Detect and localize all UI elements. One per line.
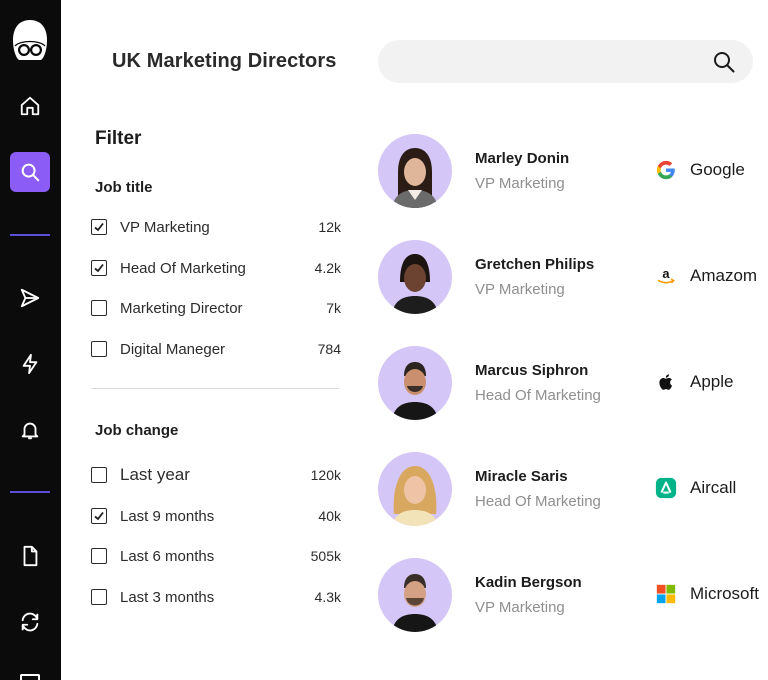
sidebar xyxy=(0,0,61,680)
company[interactable]: a Amazom xyxy=(654,262,757,290)
person-row[interactable]: Marley Donin VP Marketing Google xyxy=(378,134,768,210)
checkbox-checked[interactable] xyxy=(91,260,107,276)
filter-option-last-6-months[interactable]: Last 6 months 505k xyxy=(91,544,341,568)
company[interactable]: Google xyxy=(654,156,745,184)
filter-option-last-9-months[interactable]: Last 9 months 40k xyxy=(91,504,341,528)
filter-option-label: Last 9 months xyxy=(120,507,215,525)
avatar[interactable] xyxy=(378,452,452,526)
person-row[interactable]: Miracle Saris Head Of Marketing Aircall xyxy=(378,452,768,528)
aircall-icon xyxy=(654,476,678,500)
person-row[interactable]: Gretchen Philips VP Marketing a Amazom xyxy=(378,240,768,316)
checkbox-checked[interactable] xyxy=(91,219,107,235)
person-row[interactable]: Kadin Bergson VP Marketing Microsoft xyxy=(378,558,768,634)
filter-option-head-of-marketing[interactable]: Head Of Marketing 4.2k xyxy=(91,256,341,280)
person-role: VP Marketing xyxy=(475,281,565,298)
filter-option-count: 12k xyxy=(318,219,341,235)
filter-option-count: 4.2k xyxy=(314,260,341,276)
company-name[interactable]: Microsoft xyxy=(690,584,759,604)
refresh-icon[interactable] xyxy=(10,602,50,642)
filter-option-label: Last year xyxy=(120,465,190,484)
apple-icon xyxy=(654,370,678,394)
sidebar-divider xyxy=(10,491,50,493)
person-name[interactable]: Miracle Saris xyxy=(475,468,568,485)
google-icon xyxy=(654,158,678,182)
person-role: VP Marketing xyxy=(475,175,565,192)
filter-title: Filter xyxy=(95,128,142,149)
filter-option-count: 4.3k xyxy=(314,589,341,605)
person-row[interactable]: Marcus Siphron Head Of Marketing Apple xyxy=(378,346,768,422)
person-name[interactable]: Gretchen Philips xyxy=(475,256,594,273)
job-title-heading: Job title xyxy=(95,179,153,196)
company-name[interactable]: Amazom xyxy=(690,266,757,286)
filter-option-label: VP Marketing xyxy=(120,218,210,236)
person-role: Head Of Marketing xyxy=(475,387,601,404)
filter-option-digital-maneger[interactable]: Digital Maneger 784 xyxy=(91,337,341,361)
company-name[interactable]: Aircall xyxy=(690,478,736,498)
avatar[interactable] xyxy=(378,558,452,632)
checkbox-unchecked[interactable] xyxy=(91,341,107,357)
checkbox-unchecked[interactable] xyxy=(91,300,107,316)
company[interactable]: Aircall xyxy=(654,474,736,502)
bell-icon[interactable] xyxy=(10,410,50,450)
lightning-icon[interactable] xyxy=(10,344,50,384)
search-icon[interactable] xyxy=(711,49,737,75)
filter-option-label: Marketing Director xyxy=(120,299,243,317)
avatar[interactable] xyxy=(378,240,452,314)
company-name[interactable]: Google xyxy=(690,160,745,180)
filter-option-label: Head Of Marketing xyxy=(120,259,246,277)
filter-option-marketing-director[interactable]: Marketing Director 7k xyxy=(91,296,341,320)
amazon-icon: a xyxy=(654,264,678,288)
search-bar[interactable] xyxy=(378,40,753,83)
company[interactable]: Apple xyxy=(654,368,733,396)
filter-option-count: 505k xyxy=(310,548,341,564)
home-icon[interactable] xyxy=(10,86,50,126)
sidebar-partial-icon[interactable] xyxy=(20,674,40,680)
company[interactable]: Microsoft xyxy=(654,580,759,608)
search-icon[interactable] xyxy=(10,152,50,192)
person-role: VP Marketing xyxy=(475,599,565,616)
filter-divider xyxy=(91,388,339,389)
microsoft-icon xyxy=(654,582,678,606)
filter-option-count: 7k xyxy=(326,300,341,316)
page-title: UK Marketing Directors xyxy=(112,50,337,72)
checkbox-checked[interactable] xyxy=(91,508,107,524)
checkbox-unchecked[interactable] xyxy=(91,467,107,483)
job-change-heading: Job change xyxy=(95,422,179,439)
filter-option-label: Digital Maneger xyxy=(120,340,226,358)
person-name[interactable]: Kadin Bergson xyxy=(475,574,582,591)
checkbox-unchecked[interactable] xyxy=(91,548,107,564)
filter-option-vp-marketing[interactable]: VP Marketing 12k xyxy=(91,215,341,239)
filter-option-last-3-months[interactable]: Last 3 months 4.3k xyxy=(91,585,341,609)
filter-option-count: 40k xyxy=(318,508,341,524)
person-name[interactable]: Marcus Siphron xyxy=(475,362,588,379)
person-role: Head Of Marketing xyxy=(475,493,601,510)
svg-text:a: a xyxy=(662,266,670,281)
company-name[interactable]: Apple xyxy=(690,372,733,392)
avatar[interactable] xyxy=(378,134,452,208)
filter-option-count: 784 xyxy=(317,341,341,357)
document-icon[interactable] xyxy=(10,536,50,576)
filter-option-last-year[interactable]: Last year 120k xyxy=(91,463,341,487)
filter-option-count: 120k xyxy=(310,467,341,483)
logo-icon[interactable] xyxy=(10,18,50,62)
filter-option-label: Last 3 months xyxy=(120,588,215,606)
filter-option-label: Last 6 months xyxy=(120,547,215,565)
avatar[interactable] xyxy=(378,346,452,420)
checkbox-unchecked[interactable] xyxy=(91,589,107,605)
person-name[interactable]: Marley Donin xyxy=(475,150,569,167)
send-icon[interactable] xyxy=(10,278,50,318)
sidebar-divider xyxy=(10,234,50,236)
